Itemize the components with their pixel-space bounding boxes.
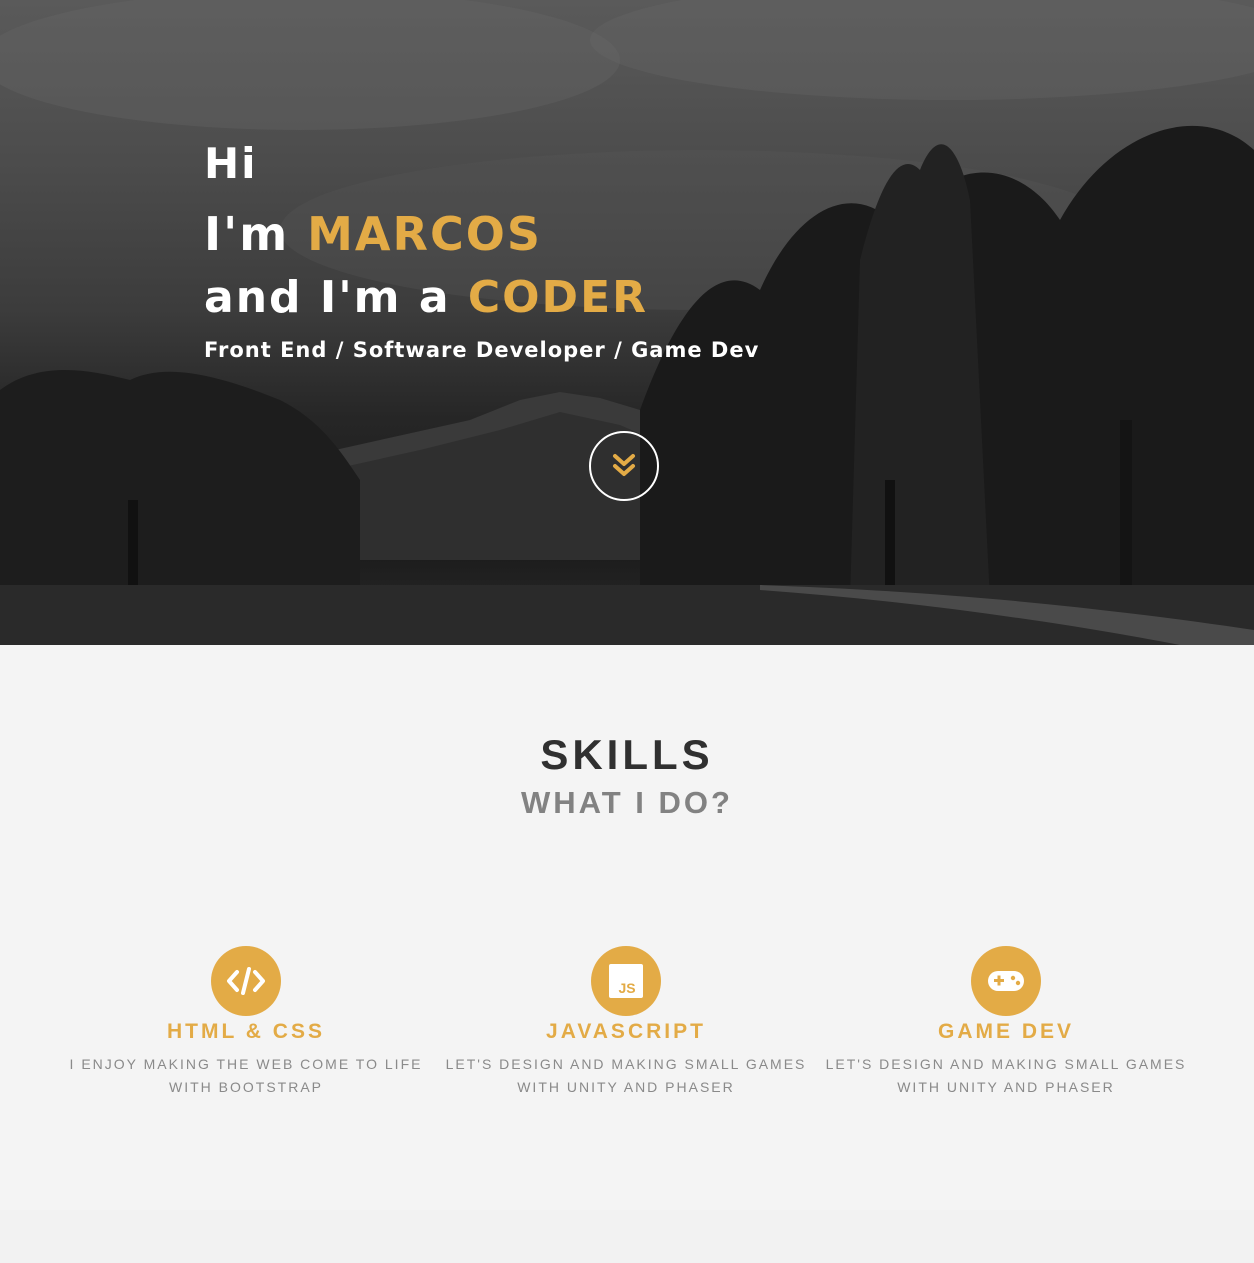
skill-description: Let's design and making small games with… (816, 1053, 1196, 1099)
role-highlight: CODER (467, 272, 649, 323)
code-icon (211, 946, 281, 1016)
skills-subtitle: WHAT I DO? (521, 785, 733, 820)
javascript-icon: JS (591, 946, 661, 1016)
skills-title: SKILLS (540, 731, 714, 778)
skill-description-line: with Unity and Phaser (517, 1079, 735, 1095)
hero-section: Hi I'm MARCOS and I'm a CODER Front End … (0, 0, 1254, 645)
skill-card-html-css: HTML & CSS I enjoy making the web come t… (56, 946, 436, 1099)
skill-description-line: with bootstrap (169, 1079, 323, 1095)
chevron-double-down-icon (613, 454, 635, 476)
scroll-down-button[interactable] (589, 431, 659, 501)
greeting-heading: Hi (204, 139, 258, 188)
role-prefix: and I'm a (204, 272, 451, 323)
skill-description-line: Let's design and making small games (445, 1056, 807, 1072)
skill-description-line: with Unity and Phaser (897, 1079, 1115, 1095)
next-section-edge (0, 1210, 1254, 1263)
svg-text:JS: JS (618, 980, 635, 996)
skill-description: Let's design and making small games with… (436, 1053, 816, 1099)
role-heading: and I'm a CODER (204, 270, 759, 326)
intro-prefix: I'm (204, 207, 290, 261)
skill-card-javascript: JS JAVASCRIPT Let's design and making sm… (436, 946, 816, 1099)
skill-description-line: Let's design and making small games (825, 1056, 1187, 1072)
skill-description: I enjoy making the web come to life with… (56, 1053, 436, 1099)
name-heading: I'm MARCOS (204, 204, 759, 264)
skill-card-game-dev: GAME DEV Let's design and making small g… (816, 946, 1196, 1099)
hero-subtitle: Front End / Software Developer / Game De… (204, 338, 760, 362)
hero-intro: Hi I'm MARCOS and I'm a CODER Front End … (204, 139, 760, 363)
skill-title: HTML & CSS (167, 1020, 325, 1043)
skill-title: JAVASCRIPT (546, 1020, 706, 1043)
gamepad-icon (971, 946, 1041, 1016)
skill-title: GAME DEV (937, 1020, 1074, 1043)
skill-description-line: I enjoy making the web come to life (69, 1056, 423, 1072)
skills-section: SKILLS WHAT I DO? HTML & CSS I enjoy mak… (0, 645, 1254, 1210)
name-highlight: MARCOS (307, 207, 542, 261)
